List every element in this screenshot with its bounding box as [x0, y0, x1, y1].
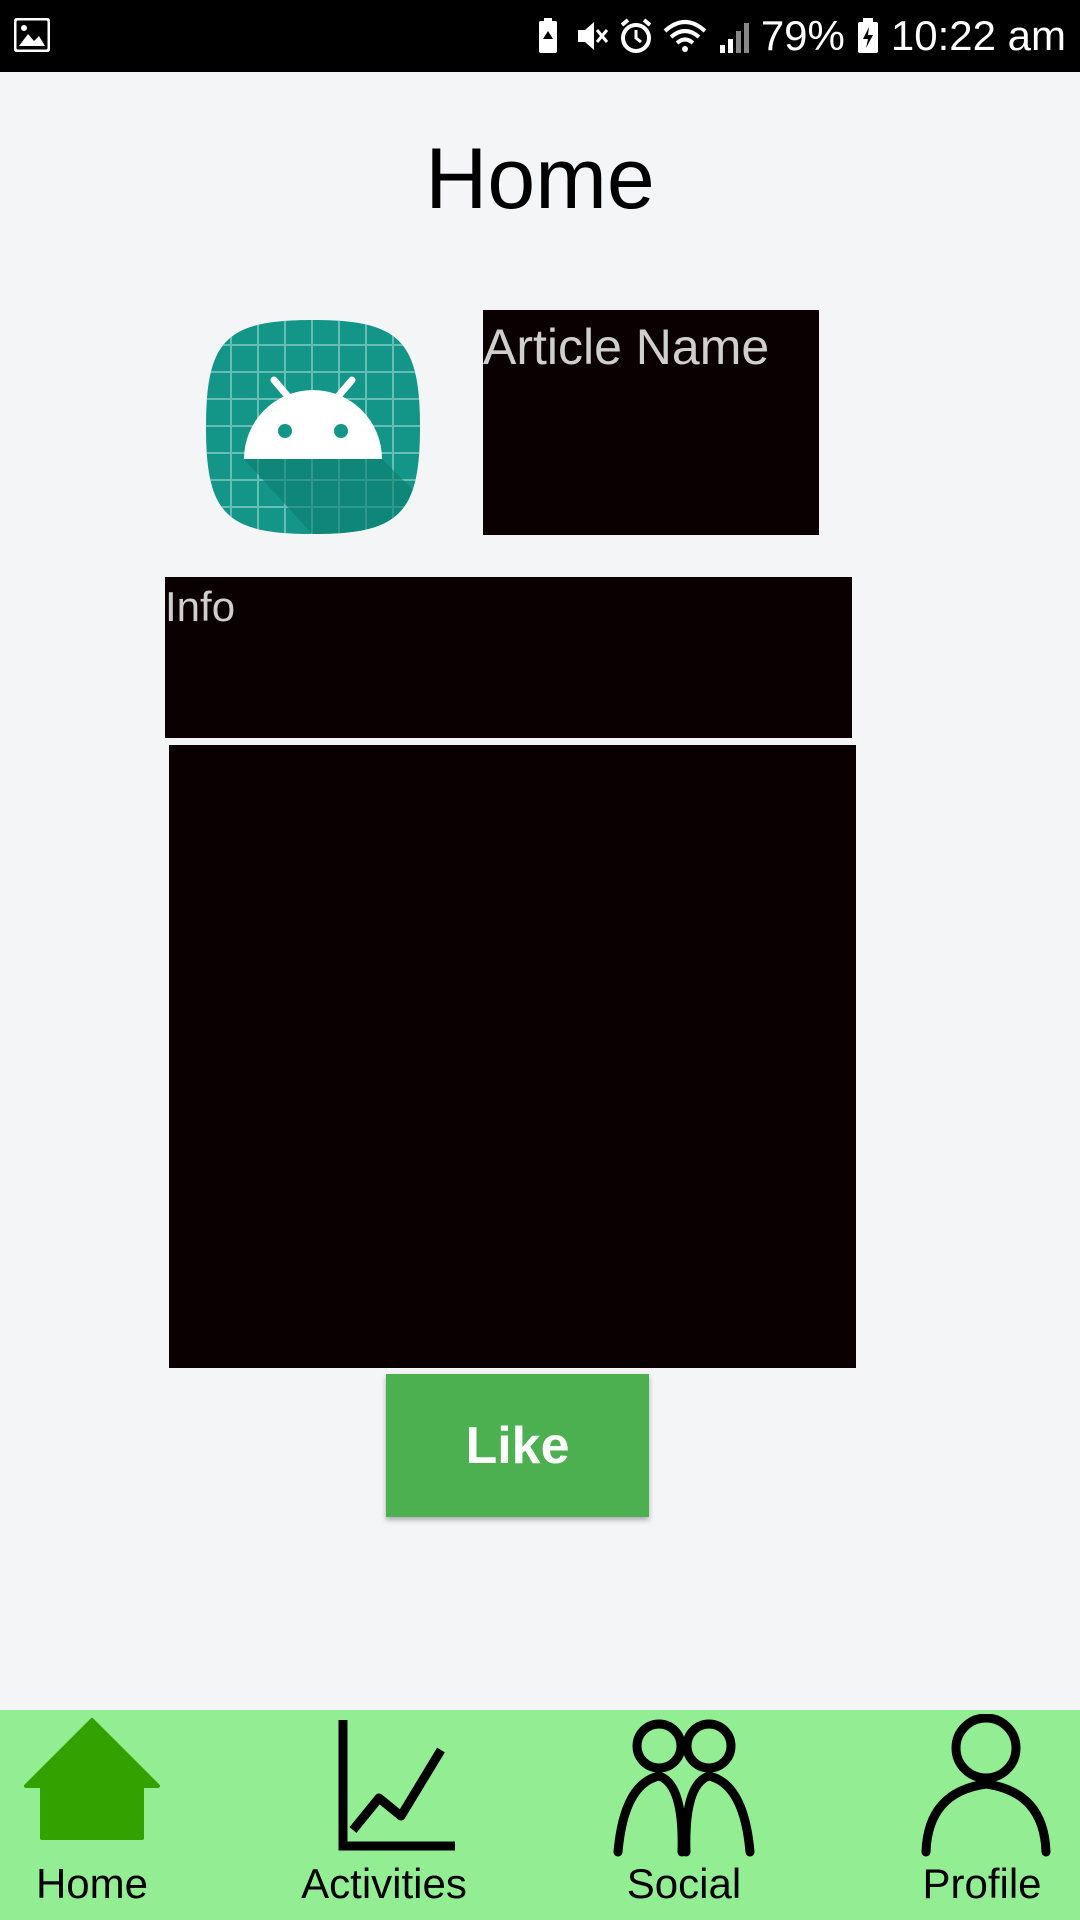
info-label: Info — [165, 583, 236, 630]
battery-percentage: 79% — [760, 12, 845, 59]
person-icon — [921, 1714, 1051, 1857]
home-icon — [24, 1718, 160, 1840]
people-icon — [613, 1719, 755, 1857]
nav-item-social[interactable]: Social — [584, 1710, 784, 1920]
article-content-area — [169, 745, 856, 1368]
android-app-icon — [206, 320, 420, 534]
mute-icon — [577, 22, 608, 50]
nav-label-activities: Activities — [301, 1860, 467, 1907]
page-title: Home — [425, 131, 655, 227]
like-button[interactable]: Like — [386, 1374, 649, 1517]
nav-item-profile[interactable]: Profile — [884, 1710, 1080, 1920]
wifi-icon — [663, 20, 707, 52]
gallery-icon — [14, 18, 50, 52]
alarm-icon — [620, 18, 652, 53]
nav-item-home[interactable]: Home — [0, 1710, 184, 1920]
nav-label-social: Social — [626, 1860, 742, 1907]
article-name-label: Article Name — [483, 319, 770, 375]
signal-icon — [719, 23, 749, 53]
clock: 10:22 am — [890, 12, 1066, 59]
status-bar: 79% 10:22 am — [0, 0, 1080, 72]
battery-icon — [857, 18, 878, 53]
chart-icon — [338, 1720, 455, 1851]
nav-item-activities[interactable]: Activities — [284, 1710, 484, 1920]
nav-label-profile: Profile — [922, 1860, 1042, 1907]
bottom-navigation: Home Activities Social Profile — [0, 1710, 1080, 1920]
nav-label-home: Home — [35, 1860, 149, 1907]
article-name-box: Article Name — [483, 310, 819, 535]
battery-saver-icon — [538, 18, 557, 53]
info-box: Info — [165, 577, 852, 738]
